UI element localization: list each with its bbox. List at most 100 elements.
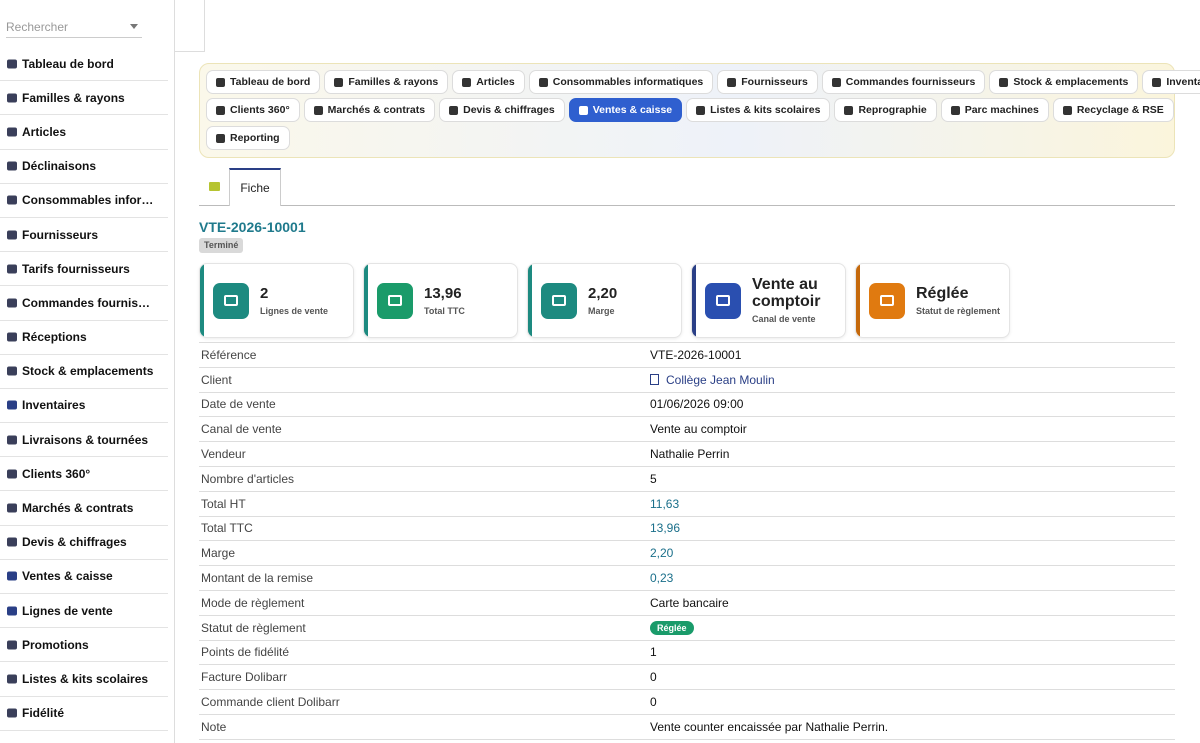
sidebar-item[interactable]: Inventaires: [0, 389, 168, 424]
nav-chip[interactable]: Articles: [452, 70, 525, 94]
nav-chip[interactable]: Stock & emplacements: [989, 70, 1139, 94]
field-value: 0,23: [650, 571, 674, 586]
field-value: Carte bancaire: [650, 595, 729, 610]
kpi-label: Total TTC: [424, 305, 465, 316]
sidebar: Tableau de bord Familles & rayons Articles…: [0, 0, 175, 743]
nav-chip-label: Articles: [476, 76, 515, 88]
kpi-value: Réglée: [916, 284, 969, 302]
client-link[interactable]: Collège Jean Moulin: [666, 373, 775, 387]
sidebar-item[interactable]: Déclinaisons: [0, 150, 168, 184]
nav-chip[interactable]: Consommables informatiques: [528, 70, 714, 94]
nav-chip-label: Listes & kits scolaires: [710, 104, 821, 116]
module-nav: Tableau de bord Familles & rayons Articles…: [199, 63, 1200, 158]
list-icon: [213, 282, 249, 319]
sidebar-item[interactable]: Réceptions: [0, 321, 168, 355]
list-icon: [6, 605, 21, 617]
nav-chip[interactable]: Listes & kits scolaires: [686, 98, 831, 122]
sidebar-item[interactable]: Articles: [0, 115, 168, 150]
nav-chip[interactable]: Marchés & contrats: [303, 98, 436, 122]
nav-chip[interactable]: Parc machines: [940, 98, 1049, 122]
chart-line-icon: [541, 282, 577, 319]
sidebar-item[interactable]: Listes & kits scolaires: [0, 662, 168, 697]
table-row: Facture Dolibarr 0: [199, 665, 1175, 691]
sidebar-item[interactable]: Clients 360°: [0, 457, 168, 492]
sidebar-item[interactable]: Promotions: [0, 628, 168, 663]
field-value: 0: [650, 695, 657, 710]
sidebar-item-label: Tableau de bord: [22, 56, 114, 71]
sidebar-item-label: Livraisons & tournées: [22, 432, 149, 447]
users-icon: [6, 468, 21, 480]
nav-chip[interactable]: Fournisseurs: [717, 70, 818, 94]
kpi-card: 13,96 Total TTC: [363, 263, 518, 338]
dolly-icon: [6, 331, 21, 343]
tab-fiche[interactable]: Fiche: [229, 168, 281, 206]
nav-chip-label: Parc machines: [964, 104, 1039, 116]
kpi-text: Réglée Statut de règlement: [916, 285, 1000, 317]
field-label: Marge: [201, 546, 236, 561]
printer-icon: [538, 77, 548, 87]
kpi-value: 2,20: [588, 284, 618, 302]
credit-card-icon: [869, 282, 905, 319]
sidebar-menu: Tableau de bord Familles & rayons Articles…: [0, 47, 174, 731]
module-nav-row: Tableau de bord Familles & rayons Articles…: [206, 70, 1200, 94]
nav-chip[interactable]: Ventes & caisse: [568, 98, 683, 122]
sidebar-item[interactable]: Marchés & contrats: [0, 491, 168, 526]
sidebar-item[interactable]: Commandes fournis…: [0, 286, 168, 321]
field-value: VTE-2026-10001: [650, 347, 742, 362]
field-value[interactable]: Collège Jean Moulin: [650, 373, 775, 387]
field-label: Canal de vente: [201, 422, 282, 437]
sidebar-item-label: Ventes & caisse: [22, 569, 113, 584]
nav-chip[interactable]: Recyclage & RSE: [1052, 98, 1174, 122]
sidebar-item[interactable]: Fidélité: [0, 697, 168, 731]
cash-register-icon: [705, 282, 741, 319]
field-value: 01/06/2026 09:00: [650, 397, 744, 412]
table-row: Total HT 11,63: [199, 492, 1175, 517]
nav-chip[interactable]: Commandes fournisseurs: [821, 70, 986, 94]
percent-icon: [6, 639, 21, 651]
loyalty-icon: [6, 707, 21, 719]
sidebar-item-label: Articles: [22, 124, 67, 139]
tab-module[interactable]: [199, 168, 229, 205]
table-row: Vendeur Nathalie Perrin: [199, 442, 1175, 467]
sidebar-item-label: Lignes de vente: [22, 603, 113, 618]
table-row: Marge 2,20: [199, 541, 1175, 567]
cart-icon: [6, 297, 21, 309]
sidebar-item[interactable]: Devis & chiffrages: [0, 526, 168, 560]
cogs-icon: [950, 105, 960, 115]
nav-chip[interactable]: Inventaires: [1142, 70, 1200, 94]
tab-bar: Fiche: [199, 168, 1175, 206]
field-label: Montant de la remise: [201, 571, 314, 586]
field-value: Vente au comptoir: [650, 422, 747, 437]
sidebar-item[interactable]: Fournisseurs: [0, 218, 168, 253]
nav-chip[interactable]: Clients 360°: [206, 98, 300, 122]
sidebar-item-label: Promotions: [22, 637, 89, 652]
nav-chip[interactable]: Tableau de bord: [206, 70, 321, 94]
nav-chip[interactable]: Reprographie: [834, 98, 937, 122]
graduation-cap-icon: [696, 105, 706, 115]
nav-chip[interactable]: Devis & chiffrages: [439, 98, 565, 122]
sidebar-item[interactable]: Stock & emplacements: [0, 355, 168, 389]
search-input[interactable]: [6, 14, 126, 34]
nav-chip[interactable]: Reporting: [206, 126, 290, 150]
nav-chip-label: Recyclage & RSE: [1076, 104, 1164, 116]
search-box[interactable]: [6, 14, 142, 38]
field-value: 1: [650, 645, 657, 660]
sidebar-item-label: Fidélité: [22, 706, 65, 721]
nav-chip[interactable]: Familles & rayons: [324, 70, 449, 94]
field-value: Réglée: [650, 620, 694, 635]
box-icon: [6, 126, 21, 138]
sidebar-item[interactable]: Consommables infor…: [0, 184, 168, 218]
sidebar-item[interactable]: Livraisons & tournées: [0, 423, 168, 458]
kpi-card: 2,20 Marge: [527, 263, 682, 338]
sidebar-item[interactable]: Tarifs fournisseurs: [0, 252, 168, 287]
sidebar-item[interactable]: Ventes & caisse: [0, 560, 168, 594]
sidebar-item[interactable]: Familles & rayons: [0, 81, 168, 116]
sidebar-item[interactable]: Lignes de vente: [0, 594, 168, 629]
kpi-card: Vente au comptoir Canal de vente: [691, 263, 846, 338]
nav-chip-label: Marchés & contrats: [327, 104, 426, 116]
module-nav-row: Clients 360° Marchés & contrats Devis & ch…: [206, 98, 1174, 122]
sidebar-item[interactable]: Tableau de bord: [0, 47, 168, 82]
graduation-cap-icon: [6, 673, 21, 685]
sidebar-item-label: Devis & chiffrages: [22, 535, 127, 550]
chevron-down-icon[interactable]: [130, 24, 138, 29]
